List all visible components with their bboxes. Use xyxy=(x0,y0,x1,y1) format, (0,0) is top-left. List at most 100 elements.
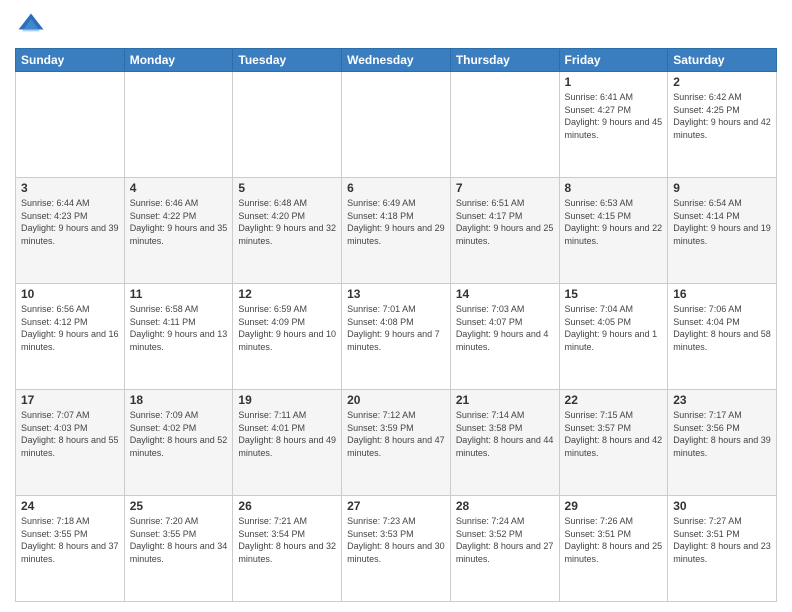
calendar-cell xyxy=(124,72,233,178)
calendar-cell: 25 Sunrise: 7:20 AM Sunset: 3:55 PM Dayli… xyxy=(124,496,233,602)
calendar-cell: 20 Sunrise: 7:12 AM Sunset: 3:59 PM Dayli… xyxy=(342,390,451,496)
calendar-cell xyxy=(233,72,342,178)
calendar-cell xyxy=(342,72,451,178)
day-number: 4 xyxy=(130,181,228,195)
day-number: 19 xyxy=(238,393,336,407)
day-info: Sunrise: 6:51 AM Sunset: 4:17 PM Dayligh… xyxy=(456,197,554,247)
logo-icon xyxy=(15,10,47,42)
header xyxy=(15,10,777,42)
day-number: 7 xyxy=(456,181,554,195)
day-number: 29 xyxy=(565,499,663,513)
day-info: Sunrise: 7:14 AM Sunset: 3:58 PM Dayligh… xyxy=(456,409,554,459)
weekday-header: Monday xyxy=(124,49,233,72)
day-number: 2 xyxy=(673,75,771,89)
logo xyxy=(15,10,51,42)
calendar-week-row: 3 Sunrise: 6:44 AM Sunset: 4:23 PM Daylig… xyxy=(16,178,777,284)
day-number: 16 xyxy=(673,287,771,301)
calendar-cell: 8 Sunrise: 6:53 AM Sunset: 4:15 PM Daylig… xyxy=(559,178,668,284)
day-number: 8 xyxy=(565,181,663,195)
day-number: 18 xyxy=(130,393,228,407)
calendar-cell: 4 Sunrise: 6:46 AM Sunset: 4:22 PM Daylig… xyxy=(124,178,233,284)
calendar-cell: 6 Sunrise: 6:49 AM Sunset: 4:18 PM Daylig… xyxy=(342,178,451,284)
day-number: 11 xyxy=(130,287,228,301)
calendar-header-row: SundayMondayTuesdayWednesdayThursdayFrid… xyxy=(16,49,777,72)
day-info: Sunrise: 7:12 AM Sunset: 3:59 PM Dayligh… xyxy=(347,409,445,459)
calendar-cell: 30Sunrise: 7:27 AM Sunset: 3:51 PM Dayli… xyxy=(668,496,777,602)
calendar-cell xyxy=(450,72,559,178)
calendar-cell: 22Sunrise: 7:15 AM Sunset: 3:57 PM Dayli… xyxy=(559,390,668,496)
day-info: Sunrise: 7:04 AM Sunset: 4:05 PM Dayligh… xyxy=(565,303,663,353)
day-number: 13 xyxy=(347,287,445,301)
day-info: Sunrise: 6:53 AM Sunset: 4:15 PM Dayligh… xyxy=(565,197,663,247)
calendar-cell: 2Sunrise: 6:42 AM Sunset: 4:25 PM Daylig… xyxy=(668,72,777,178)
calendar-cell: 16 Sunrise: 7:06 AM Sunset: 4:04 PM Dayli… xyxy=(668,284,777,390)
day-number: 9 xyxy=(673,181,771,195)
day-info: Sunrise: 7:24 AM Sunset: 3:52 PM Dayligh… xyxy=(456,515,554,565)
day-number: 14 xyxy=(456,287,554,301)
day-number: 5 xyxy=(238,181,336,195)
calendar-cell: 5 Sunrise: 6:48 AM Sunset: 4:20 PM Daylig… xyxy=(233,178,342,284)
calendar-cell: 21 Sunrise: 7:14 AM Sunset: 3:58 PM Dayli… xyxy=(450,390,559,496)
day-info: Sunrise: 6:59 AM Sunset: 4:09 PM Dayligh… xyxy=(238,303,336,353)
day-number: 28 xyxy=(456,499,554,513)
weekday-header: Sunday xyxy=(16,49,125,72)
day-info: Sunrise: 6:54 AM Sunset: 4:14 PM Dayligh… xyxy=(673,197,771,247)
calendar-cell: 23 Sunrise: 7:17 AM Sunset: 3:56 PM Dayli… xyxy=(668,390,777,496)
day-number: 22 xyxy=(565,393,663,407)
calendar-cell: 14 Sunrise: 7:03 AM Sunset: 4:07 PM Dayli… xyxy=(450,284,559,390)
day-number: 10 xyxy=(21,287,119,301)
day-info: Sunrise: 7:07 AM Sunset: 4:03 PM Dayligh… xyxy=(21,409,119,459)
day-info: Sunrise: 7:20 AM Sunset: 3:55 PM Dayligh… xyxy=(130,515,228,565)
page: SundayMondayTuesdayWednesdayThursdayFrid… xyxy=(0,0,792,612)
day-info: Sunrise: 7:11 AM Sunset: 4:01 PM Dayligh… xyxy=(238,409,336,459)
day-number: 20 xyxy=(347,393,445,407)
calendar-cell: 26Sunrise: 7:21 AM Sunset: 3:54 PM Dayli… xyxy=(233,496,342,602)
day-number: 6 xyxy=(347,181,445,195)
day-info: Sunrise: 7:06 AM Sunset: 4:04 PM Dayligh… xyxy=(673,303,771,353)
weekday-header: Friday xyxy=(559,49,668,72)
day-info: Sunrise: 7:26 AM Sunset: 3:51 PM Dayligh… xyxy=(565,515,663,565)
weekday-header: Thursday xyxy=(450,49,559,72)
day-number: 17 xyxy=(21,393,119,407)
day-info: Sunrise: 7:03 AM Sunset: 4:07 PM Dayligh… xyxy=(456,303,554,353)
calendar-cell: 27 Sunrise: 7:23 AM Sunset: 3:53 PM Dayli… xyxy=(342,496,451,602)
day-number: 27 xyxy=(347,499,445,513)
day-number: 1 xyxy=(565,75,663,89)
day-number: 12 xyxy=(238,287,336,301)
calendar-week-row: 24Sunrise: 7:18 AM Sunset: 3:55 PM Dayli… xyxy=(16,496,777,602)
day-info: Sunrise: 6:44 AM Sunset: 4:23 PM Dayligh… xyxy=(21,197,119,247)
calendar-week-row: 10Sunrise: 6:56 AM Sunset: 4:12 PM Dayli… xyxy=(16,284,777,390)
day-info: Sunrise: 6:49 AM Sunset: 4:18 PM Dayligh… xyxy=(347,197,445,247)
day-info: Sunrise: 6:46 AM Sunset: 4:22 PM Dayligh… xyxy=(130,197,228,247)
day-info: Sunrise: 7:21 AM Sunset: 3:54 PM Dayligh… xyxy=(238,515,336,565)
day-number: 25 xyxy=(130,499,228,513)
day-info: Sunrise: 6:41 AM Sunset: 4:27 PM Dayligh… xyxy=(565,91,663,141)
weekday-header: Saturday xyxy=(668,49,777,72)
day-number: 15 xyxy=(565,287,663,301)
calendar-cell: 13 Sunrise: 7:01 AM Sunset: 4:08 PM Dayli… xyxy=(342,284,451,390)
day-info: Sunrise: 7:18 AM Sunset: 3:55 PM Dayligh… xyxy=(21,515,119,565)
day-info: Sunrise: 7:17 AM Sunset: 3:56 PM Dayligh… xyxy=(673,409,771,459)
day-info: Sunrise: 6:58 AM Sunset: 4:11 PM Dayligh… xyxy=(130,303,228,353)
calendar-cell xyxy=(16,72,125,178)
day-number: 23 xyxy=(673,393,771,407)
calendar-cell: 1 Sunrise: 6:41 AM Sunset: 4:27 PM Daylig… xyxy=(559,72,668,178)
day-info: Sunrise: 7:09 AM Sunset: 4:02 PM Dayligh… xyxy=(130,409,228,459)
day-info: Sunrise: 6:48 AM Sunset: 4:20 PM Dayligh… xyxy=(238,197,336,247)
calendar-week-row: 1 Sunrise: 6:41 AM Sunset: 4:27 PM Daylig… xyxy=(16,72,777,178)
calendar-week-row: 17 Sunrise: 7:07 AM Sunset: 4:03 PM Dayli… xyxy=(16,390,777,496)
weekday-header: Tuesday xyxy=(233,49,342,72)
day-number: 21 xyxy=(456,393,554,407)
calendar-cell: 17 Sunrise: 7:07 AM Sunset: 4:03 PM Dayli… xyxy=(16,390,125,496)
day-number: 3 xyxy=(21,181,119,195)
calendar-cell: 11 Sunrise: 6:58 AM Sunset: 4:11 PM Dayli… xyxy=(124,284,233,390)
calendar-cell: 9 Sunrise: 6:54 AM Sunset: 4:14 PM Daylig… xyxy=(668,178,777,284)
calendar-cell: 18 Sunrise: 7:09 AM Sunset: 4:02 PM Dayli… xyxy=(124,390,233,496)
day-info: Sunrise: 7:01 AM Sunset: 4:08 PM Dayligh… xyxy=(347,303,445,353)
day-info: Sunrise: 7:23 AM Sunset: 3:53 PM Dayligh… xyxy=(347,515,445,565)
day-number: 30 xyxy=(673,499,771,513)
calendar-cell: 28 Sunrise: 7:24 AM Sunset: 3:52 PM Dayli… xyxy=(450,496,559,602)
weekday-header: Wednesday xyxy=(342,49,451,72)
calendar-cell: 7 Sunrise: 6:51 AM Sunset: 4:17 PM Daylig… xyxy=(450,178,559,284)
calendar-cell: 15 Sunrise: 7:04 AM Sunset: 4:05 PM Dayli… xyxy=(559,284,668,390)
